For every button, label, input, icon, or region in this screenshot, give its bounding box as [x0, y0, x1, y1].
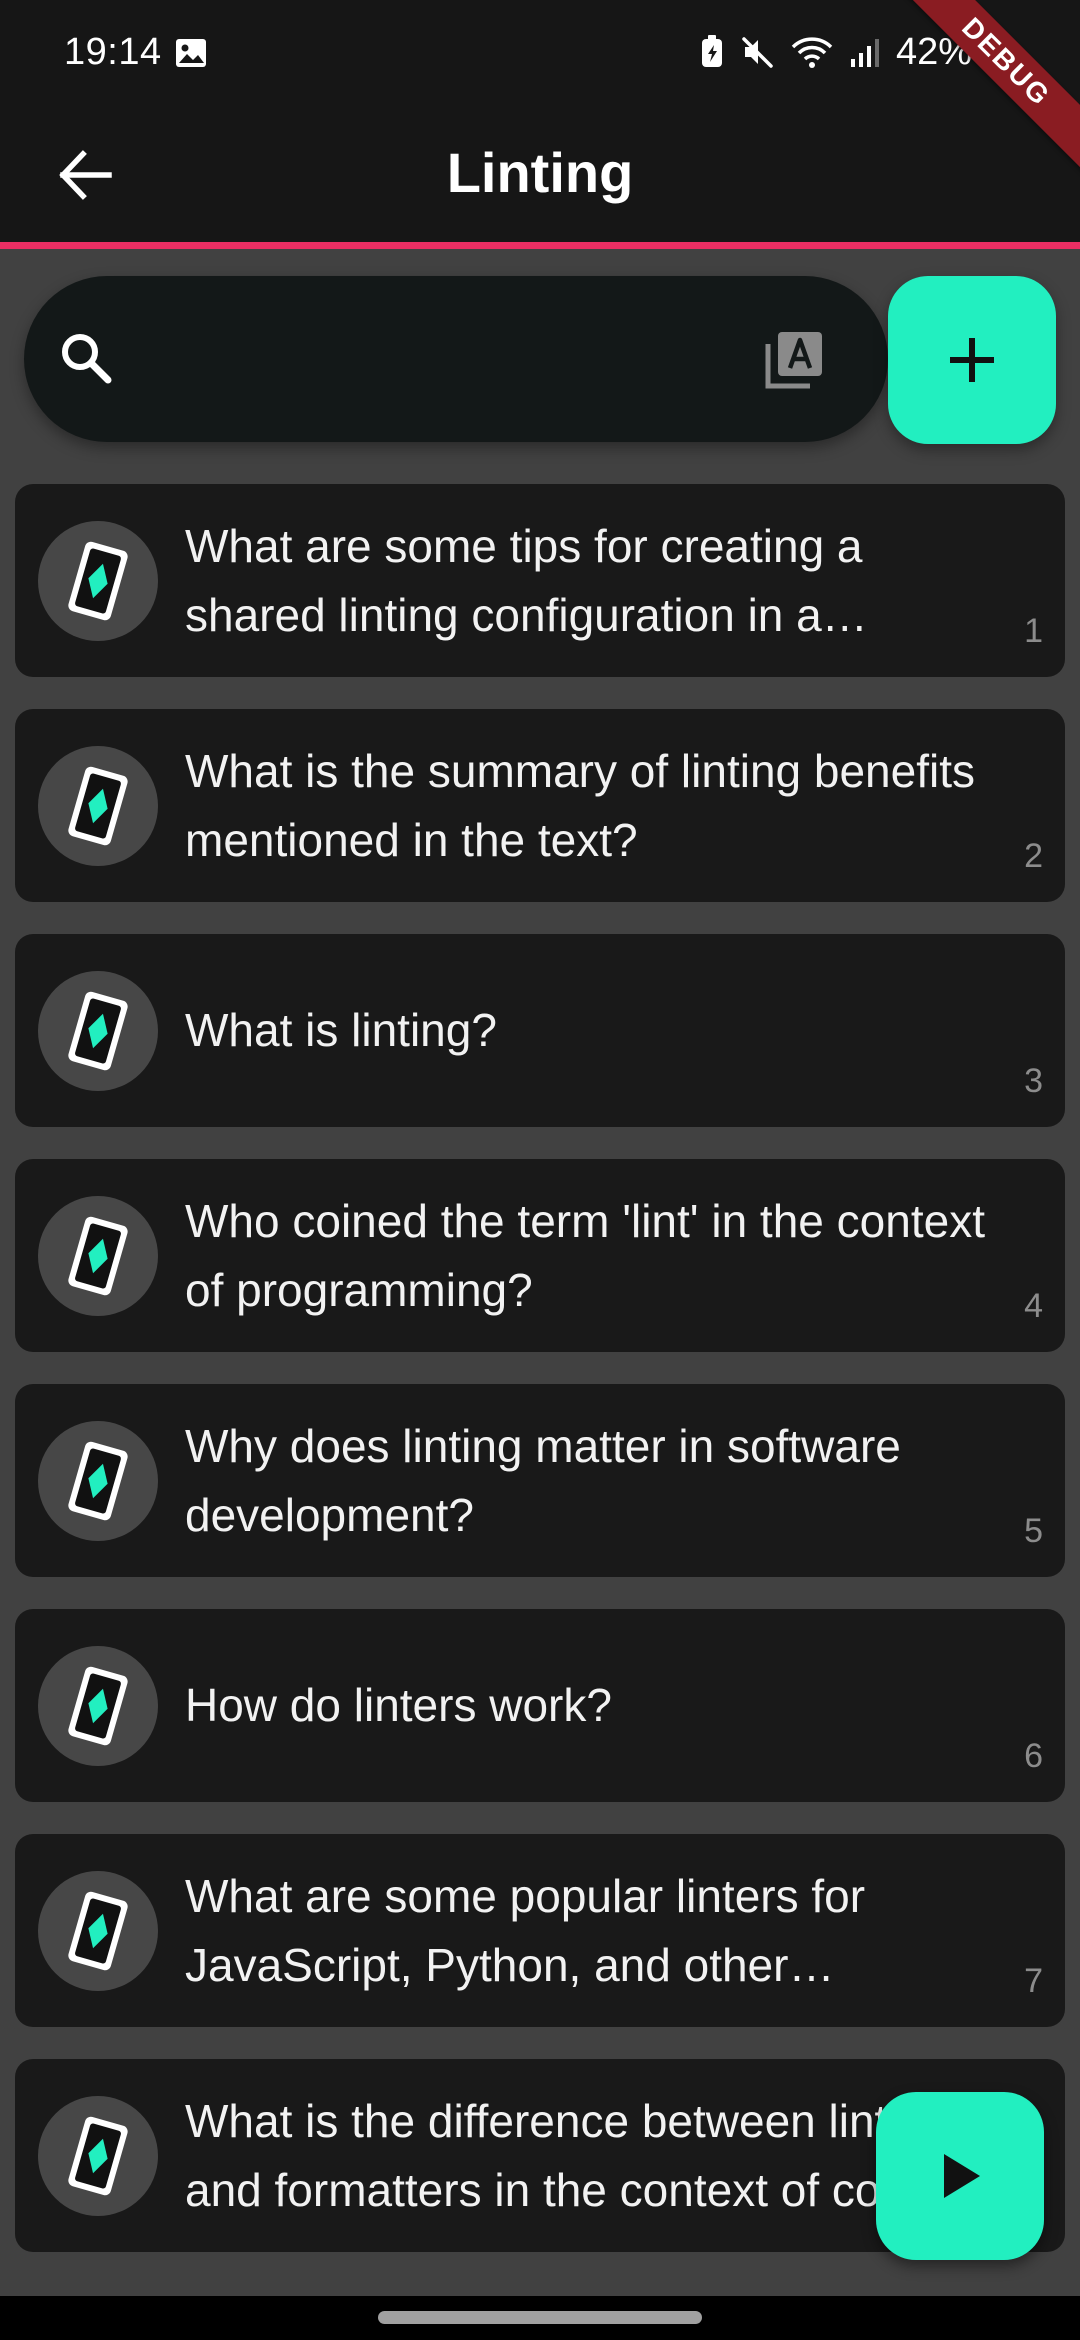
play-button[interactable]	[876, 2092, 1044, 2260]
status-bar: 19:14 42%	[0, 0, 1080, 108]
card-text-container: What is the difference between linters a…	[185, 2059, 995, 2252]
card-avatar	[38, 1421, 158, 1541]
battery-saver-icon	[701, 35, 722, 67]
card-index: 1	[1024, 612, 1043, 650]
card-text-container: What is linting?	[185, 934, 995, 1127]
search-input[interactable]	[144, 316, 748, 404]
list-item[interactable]: Why does linting matter in software deve…	[15, 1384, 1065, 1577]
card-index: 7	[1024, 1962, 1043, 2000]
plus-icon	[950, 338, 994, 382]
card-text-container: How do linters work?	[185, 1609, 995, 1802]
arrow-back-icon	[59, 150, 112, 200]
navigation-bar	[0, 2296, 1080, 2340]
card-avatar	[38, 521, 158, 641]
list-item[interactable]: Who coined the term 'lint' in the contex…	[15, 1159, 1065, 1352]
card-index: 5	[1024, 1512, 1043, 1550]
card-question: What are some popular linters for JavaSc…	[185, 1869, 866, 1991]
card-question: Who coined the term 'lint' in the contex…	[185, 1194, 985, 1316]
card-text-container: What are some popular linters for JavaSc…	[185, 1834, 995, 2027]
flashcard-icon	[68, 1216, 128, 1296]
card-avatar	[38, 1871, 158, 1991]
card-index: 4	[1024, 1287, 1043, 1325]
font-size-button[interactable]	[754, 320, 834, 400]
card-index: 2	[1024, 837, 1043, 875]
card-question: What is linting?	[185, 1004, 497, 1056]
card-text-container: What is the summary of linting benefits …	[185, 709, 995, 902]
list-item[interactable]: What are some tips for creating a shared…	[15, 484, 1065, 677]
page-title: Linting	[446, 141, 634, 204]
flashcard-icon	[68, 991, 128, 1071]
card-avatar	[38, 1196, 158, 1316]
list-item[interactable]: How do linters work? 6	[15, 1609, 1065, 1802]
card-question: Why does linting matter in software deve…	[185, 1419, 901, 1541]
card-question: What is the summary of linting benefits …	[185, 744, 975, 866]
flashcard-icon	[68, 541, 128, 621]
card-text-container: Why does linting matter in software deve…	[185, 1384, 995, 1577]
list-item[interactable]: What are some popular linters for JavaSc…	[15, 1834, 1065, 2027]
signal-icon	[850, 39, 879, 67]
flashcard-icon	[68, 766, 128, 846]
screen: 19:14 42% DEBUG Linting What are some ti…	[0, 0, 1080, 2340]
play-icon	[944, 2154, 980, 2198]
flashcard-icon	[68, 1666, 128, 1746]
card-question: What are some tips for creating a shared…	[185, 519, 863, 641]
list-item[interactable]: What is the summary of linting benefits …	[15, 709, 1065, 902]
home-indicator[interactable]	[378, 2311, 702, 2324]
list-item[interactable]: What is linting? 3	[15, 934, 1065, 1127]
flashcard-icon	[68, 1441, 128, 1521]
card-question: How do linters work?	[185, 1679, 612, 1731]
status-time: 19:14	[64, 31, 162, 73]
app-bar-accent-line	[0, 242, 1080, 249]
wifi-icon	[791, 37, 833, 68]
search-icon	[62, 334, 112, 384]
back-button[interactable]	[40, 130, 130, 220]
card-text-container: What are some tips for creating a shared…	[185, 484, 995, 677]
card-index: 3	[1024, 1062, 1043, 1100]
card-text-container: Who coined the term 'lint' in the contex…	[185, 1159, 995, 1352]
app-bar: Linting	[0, 108, 1080, 242]
card-question: What is the difference between linters a…	[185, 2094, 958, 2216]
card-index: 6	[1024, 1737, 1043, 1775]
mute-icon	[742, 37, 773, 68]
card-avatar	[38, 2096, 158, 2216]
search-bar[interactable]	[24, 276, 888, 442]
flashcard-icon	[68, 2116, 128, 2196]
font-size-icon	[765, 332, 822, 389]
add-button[interactable]	[888, 276, 1056, 444]
card-avatar	[38, 1646, 158, 1766]
card-avatar	[38, 971, 158, 1091]
card-avatar	[38, 746, 158, 866]
flashcard-icon	[68, 1891, 128, 1971]
gallery-icon	[176, 39, 206, 67]
